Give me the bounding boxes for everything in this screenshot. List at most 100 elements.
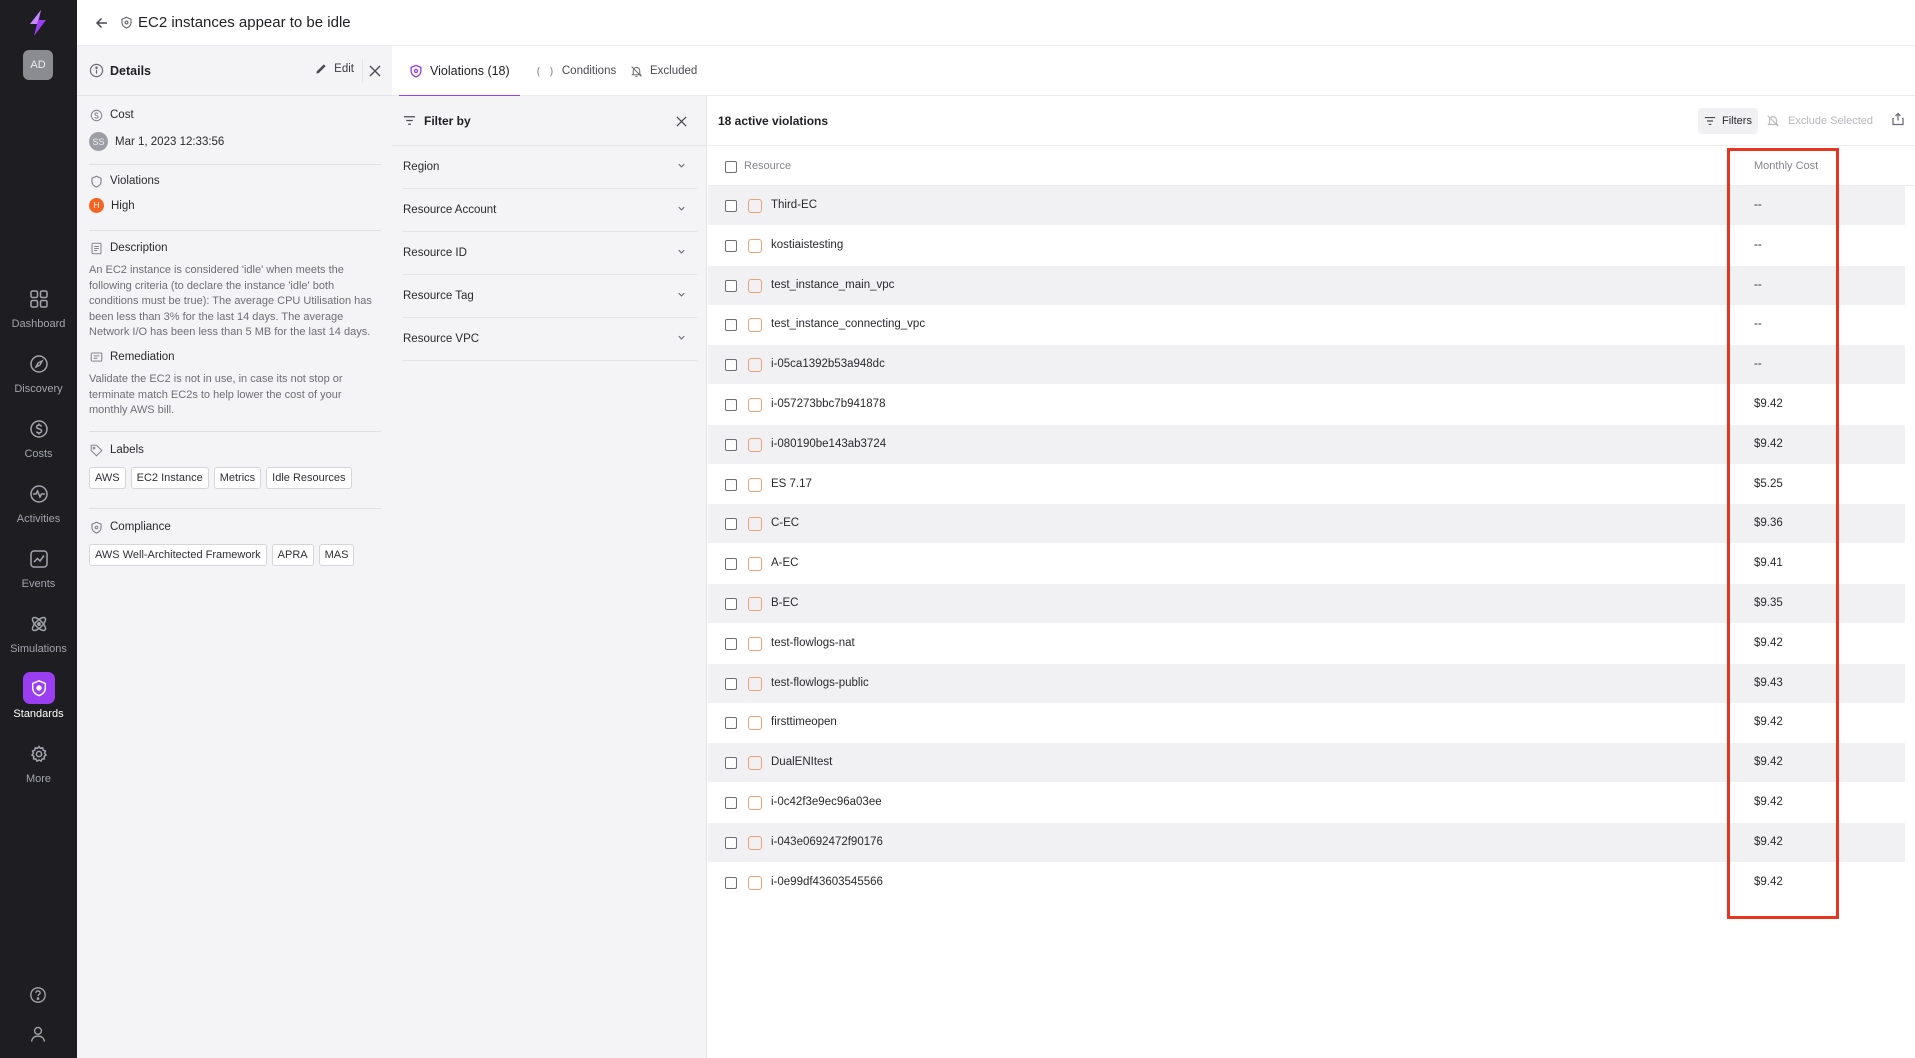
resource-name[interactable]: i-043e0692472f90176: [771, 836, 883, 848]
resource-name[interactable]: firsttimeopen: [771, 716, 837, 728]
row-checkbox[interactable]: [725, 478, 737, 491]
row-checkbox[interactable]: [725, 558, 737, 571]
avatar[interactable]: AD: [23, 50, 53, 80]
logo-icon[interactable]: [23, 8, 53, 38]
row-checkbox[interactable]: [725, 239, 737, 252]
table-row[interactable]: A-EC $9.41: [708, 544, 1905, 583]
label-chip[interactable]: Metrics: [213, 467, 262, 489]
nav-events[interactable]: Events: [0, 546, 77, 602]
resource-name[interactable]: i-080190be143ab3724: [771, 438, 886, 450]
row-checkbox[interactable]: [725, 876, 737, 889]
row-checkbox[interactable]: [725, 717, 737, 730]
nav-more[interactable]: More: [0, 741, 77, 797]
tab-violations[interactable]: Violations (18): [399, 46, 520, 97]
exclude-label: Exclude Selected: [1788, 115, 1873, 127]
row-checkbox[interactable]: [725, 399, 737, 411]
resource-name[interactable]: test-flowlogs-nat: [771, 637, 855, 649]
labels-title: Labels: [110, 444, 144, 456]
ec2-resource-icon: [748, 398, 762, 412]
resource-name[interactable]: i-0e99df43603545566: [771, 876, 883, 888]
row-checkbox[interactable]: [725, 757, 737, 770]
tab-conditions[interactable]: ( ) Conditions: [535, 46, 616, 96]
compliance-chip[interactable]: MAS: [318, 544, 355, 566]
resource-name[interactable]: C-EC: [771, 517, 799, 529]
compliance-chip[interactable]: AWS Well-Architected Framework: [89, 544, 267, 566]
row-checkbox[interactable]: [725, 279, 737, 292]
row-checkbox[interactable]: [725, 598, 737, 610]
nav-discovery[interactable]: Discovery: [0, 351, 77, 407]
row-checkbox[interactable]: [725, 637, 737, 650]
table-row[interactable]: test_instance_main_vpc --: [708, 265, 1905, 305]
resource-name[interactable]: A-EC: [771, 557, 798, 569]
compliance-chip[interactable]: APRA: [271, 544, 314, 566]
nav-label: Simulations: [10, 643, 67, 655]
label-chip[interactable]: Idle Resources: [266, 467, 352, 489]
nav-dashboard[interactable]: Dashboard: [0, 286, 77, 342]
table-row[interactable]: i-0e99df43603545566 $9.42: [708, 863, 1905, 902]
resource-name[interactable]: ES 7.17: [771, 478, 812, 490]
label-chip[interactable]: AWS: [89, 467, 126, 489]
table-row[interactable]: i-05ca1392b53a948dc --: [708, 345, 1905, 385]
dollar-icon: [89, 108, 103, 122]
table-row[interactable]: firsttimeopen $9.42: [708, 703, 1905, 742]
ec2-resource-icon: [748, 636, 762, 651]
table-row[interactable]: i-043e0692472f90176 $9.42: [708, 822, 1905, 862]
resource-name[interactable]: Third-EC: [771, 199, 817, 211]
filter-group-resource-tag[interactable]: Resource Tag: [403, 275, 697, 318]
resource-name[interactable]: i-0c42f3e9ec96a03ee: [771, 796, 882, 808]
table-row[interactable]: B-EC $9.35: [708, 584, 1905, 623]
resource-name[interactable]: i-05ca1392b53a948dc: [771, 358, 885, 370]
nav-standards[interactable]: Standards: [0, 672, 77, 728]
select-all-checkbox[interactable]: [725, 161, 737, 173]
atom-icon: [26, 611, 52, 637]
row-checkbox[interactable]: [725, 677, 737, 690]
table-row[interactable]: test_instance_connecting_vpc --: [708, 305, 1905, 344]
table-row[interactable]: i-057273bbc7b941878 $9.42: [708, 385, 1905, 424]
resource-name[interactable]: i-057273bbc7b941878: [771, 398, 885, 410]
table-row[interactable]: ES 7.17 $5.25: [708, 465, 1905, 504]
close-details-button[interactable]: [362, 59, 386, 83]
resource-name[interactable]: kostiaistesting: [771, 239, 843, 251]
table-row[interactable]: C-EC $9.36: [708, 504, 1905, 544]
help-icon[interactable]: [26, 983, 50, 1007]
back-arrow-icon[interactable]: [92, 13, 112, 33]
ec2-resource-icon: [748, 676, 762, 691]
table-row[interactable]: DualENItest $9.42: [708, 743, 1905, 783]
edit-button[interactable]: Edit: [315, 62, 354, 75]
row-checkbox[interactable]: [725, 319, 737, 332]
nav-activities[interactable]: Activities: [0, 481, 77, 537]
resource-name[interactable]: test-flowlogs-public: [771, 677, 869, 689]
table-row[interactable]: Third-EC --: [708, 186, 1905, 225]
row-checkbox[interactable]: [725, 836, 737, 849]
filters-button[interactable]: Filters: [1698, 108, 1758, 134]
row-checkbox[interactable]: [725, 359, 737, 372]
filter-group-resource-vpc[interactable]: Resource VPC: [403, 318, 697, 361]
row-checkbox[interactable]: [725, 797, 737, 809]
table-row[interactable]: test-flowlogs-nat $9.42: [708, 624, 1905, 663]
resource-name[interactable]: test_instance_connecting_vpc: [771, 318, 925, 330]
close-filter-button[interactable]: [672, 112, 690, 130]
table-row[interactable]: test-flowlogs-public $9.43: [708, 663, 1905, 703]
filter-group-region[interactable]: Region: [403, 146, 697, 189]
table-row[interactable]: i-080190be143ab3724 $9.42: [708, 424, 1905, 464]
nav-simulations[interactable]: Simulations: [0, 611, 77, 667]
filter-group-resource-id[interactable]: Resource ID: [403, 232, 697, 275]
bell-off-icon: [1766, 114, 1780, 128]
table-row[interactable]: i-0c42f3e9ec96a03ee $9.42: [708, 783, 1905, 822]
exclude-selected-button[interactable]: Exclude Selected: [1766, 108, 1873, 134]
label-chip[interactable]: EC2 Instance: [130, 467, 209, 489]
resource-name[interactable]: B-EC: [771, 597, 798, 609]
filter-group-resource-account[interactable]: Resource Account: [403, 189, 697, 232]
row-checkbox[interactable]: [725, 200, 737, 212]
user-icon[interactable]: [26, 1022, 50, 1046]
export-button[interactable]: [1888, 109, 1908, 129]
column-resource[interactable]: Resource: [744, 160, 791, 172]
resource-name[interactable]: test_instance_main_vpc: [771, 279, 894, 291]
resource-name[interactable]: DualENItest: [771, 756, 832, 768]
row-checkbox[interactable]: [725, 438, 737, 451]
row-checkbox[interactable]: [725, 518, 737, 531]
chevron-down-icon: [676, 160, 687, 171]
tab-excluded[interactable]: Excluded: [630, 46, 697, 96]
table-row[interactable]: kostiaistesting --: [708, 226, 1905, 265]
nav-costs[interactable]: Costs: [0, 416, 77, 472]
